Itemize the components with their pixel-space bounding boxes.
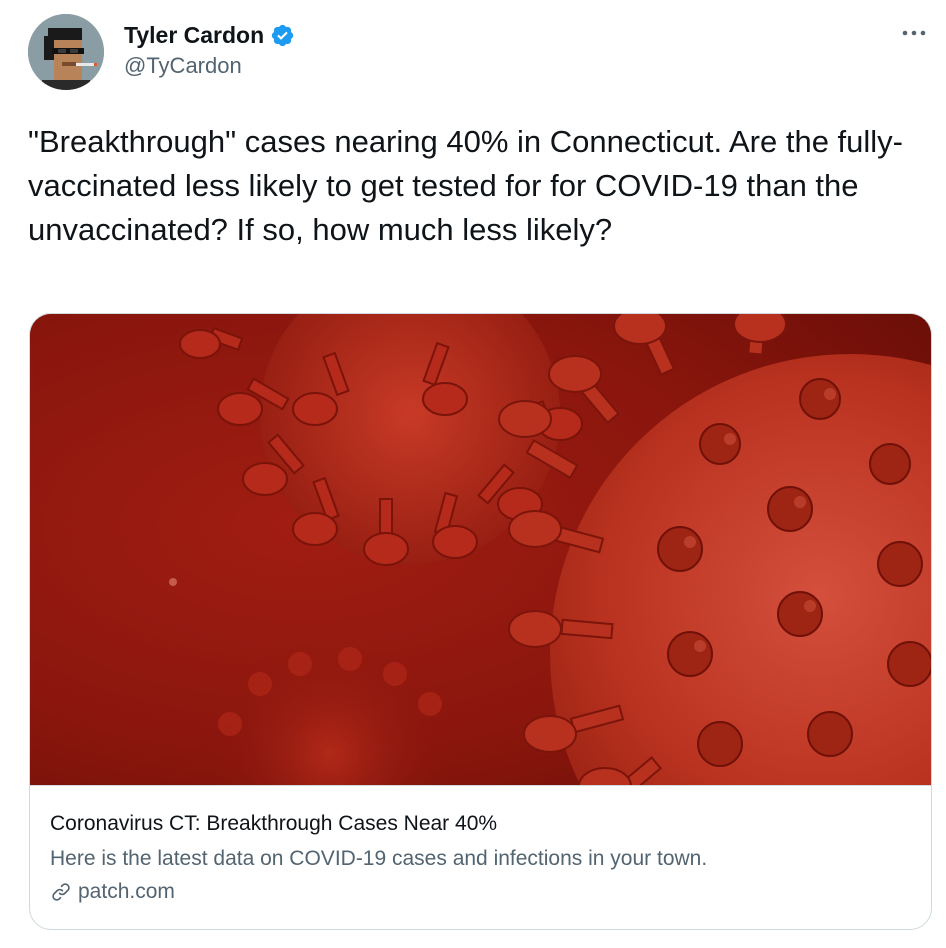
author-display-name[interactable]: Tyler Cardon xyxy=(124,22,264,49)
coronavirus-illustration xyxy=(30,314,931,785)
link-icon xyxy=(50,881,72,903)
card-title: Coronavirus CT: Breakthrough Cases Near … xyxy=(50,812,498,835)
card-domain-row: patch.com xyxy=(50,878,911,906)
pixel-art-avatar-image xyxy=(28,14,104,90)
author-block: Tyler Cardon @TyCardon xyxy=(124,20,295,79)
tweet-text: "Breakthrough" cases nearing 40% in Conn… xyxy=(28,124,903,247)
card-domain: patch.com xyxy=(78,880,175,903)
author-name-row: Tyler Cardon xyxy=(124,20,295,50)
link-preview-card[interactable]: Coronavirus CT: Breakthrough Cases Near … xyxy=(29,313,932,930)
more-options-button[interactable] xyxy=(896,18,932,48)
avatar[interactable] xyxy=(28,14,104,90)
more-horizontal-icon xyxy=(901,24,927,42)
card-description: Here is the latest data on COVID-19 case… xyxy=(50,847,708,870)
card-meta: Coronavirus CT: Breakthrough Cases Near … xyxy=(50,810,911,906)
tweet-header: Tyler Cardon @TyCardon xyxy=(28,14,932,92)
author-handle[interactable]: @TyCardon xyxy=(124,53,295,79)
card-image-coronavirus xyxy=(30,314,931,786)
verified-badge-icon xyxy=(270,23,295,48)
